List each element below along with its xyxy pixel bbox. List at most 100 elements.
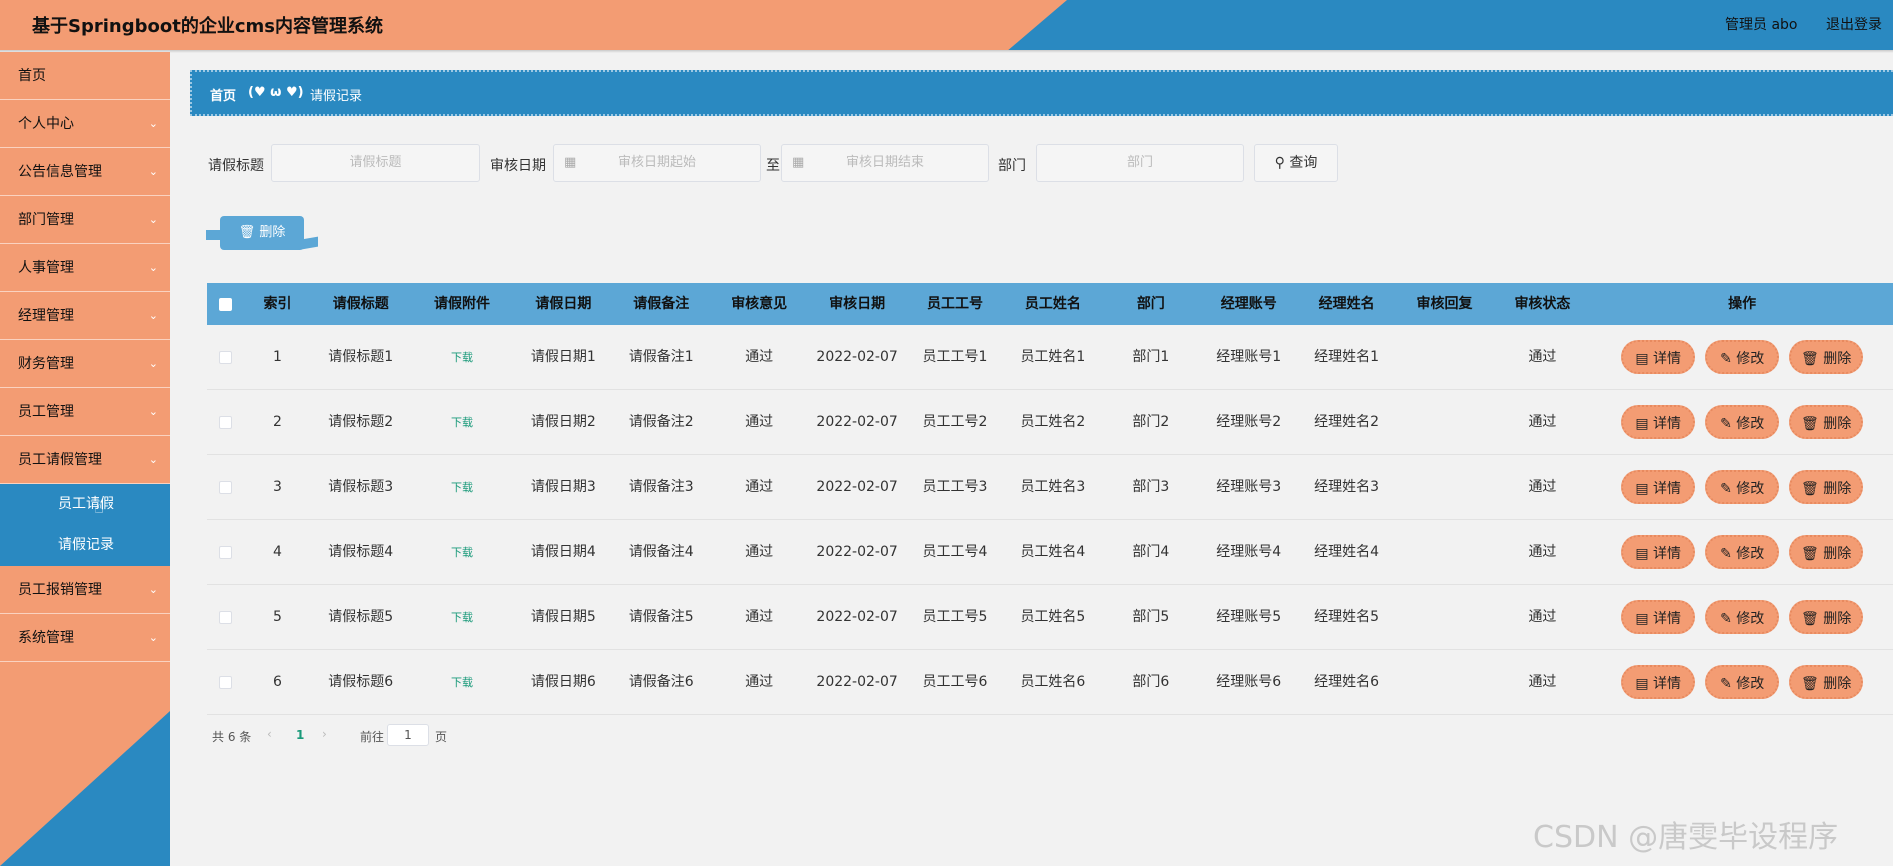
table-cell: 经理姓名6 <box>1314 674 1380 690</box>
batch-delete-label: 删除 <box>259 225 286 240</box>
edit-button[interactable]: ✎ 修改 <box>1705 600 1780 634</box>
page-number-current[interactable]: 1 <box>296 728 304 742</box>
sidebar-item[interactable]: 系统管理 ⌄ <box>0 614 170 662</box>
actions-cell: ▤ 详情 ✎ 修改 🗑 删除 <box>1591 390 1893 454</box>
trash-icon: 🗑 <box>238 225 256 240</box>
table-cell: 3 <box>273 479 282 495</box>
delete-button[interactable]: 🗑 删除 <box>1789 405 1864 439</box>
row-checkbox[interactable] <box>218 545 232 559</box>
sidebar-item[interactable]: 个人中心 ⌄ <box>0 100 170 148</box>
download-link[interactable]: 下载 <box>410 390 515 454</box>
edit-button[interactable]: ✎ 修改 <box>1705 535 1780 569</box>
select-all-checkbox[interactable] <box>218 297 232 311</box>
edit-button[interactable]: ✎ 修改 <box>1705 665 1780 699</box>
table-row: 1 请假标题1 下载 请假日期1 请假备注1 通过 2022-02-07 员工工号1 员工姓名1… <box>207 325 1893 390</box>
delete-button[interactable]: 🗑 删除 <box>1789 600 1864 634</box>
edit-button[interactable]: ✎ 修改 <box>1705 470 1780 504</box>
edit-icon: ✎ <box>1720 416 1737 432</box>
action-label: 详情 <box>1653 416 1682 432</box>
detail-button[interactable]: ▤ 详情 <box>1621 470 1696 504</box>
table-cell: 经理姓名2 <box>1314 414 1380 430</box>
sidebar-item[interactable]: 部门管理 ⌄ <box>0 196 170 244</box>
download-link[interactable]: 下载 <box>410 455 515 519</box>
table-cell: 部门2 <box>1132 414 1170 430</box>
actions-cell: ▤ 详情 ✎ 修改 🗑 删除 <box>1591 325 1893 389</box>
delete-button[interactable]: 🗑 删除 <box>1789 535 1864 569</box>
table-cell <box>1396 325 1494 389</box>
download-link[interactable]: 下载 <box>410 650 515 714</box>
delete-button[interactable]: 🗑 删除 <box>1789 470 1864 504</box>
download-link[interactable]: 下载 <box>410 585 515 649</box>
row-select-cell <box>207 520 243 584</box>
sidebar-item[interactable]: 员工请假管理 ⌄ <box>0 436 170 484</box>
edit-button[interactable]: ✎ 修改 <box>1705 405 1780 439</box>
table-cell: 通过 <box>1528 414 1557 430</box>
admin-user-label[interactable]: 管理员 abo <box>1725 14 1797 34</box>
detail-button[interactable]: ▤ 详情 <box>1621 665 1696 699</box>
actions-cell: ▤ 详情 ✎ 修改 🗑 删除 <box>1591 520 1893 584</box>
next-page-icon[interactable]: › <box>322 727 327 741</box>
column-header: 审核状态 <box>1514 296 1571 312</box>
query-button[interactable]: ⚲ 查询 <box>1254 144 1338 182</box>
row-checkbox[interactable] <box>218 415 232 429</box>
sidebar-item[interactable]: 员工管理 ⌄ <box>0 388 170 436</box>
table-cell: 请假备注2 <box>628 414 694 430</box>
trash-icon: 🗑 <box>1801 481 1824 497</box>
column-header: 操作 <box>1728 296 1757 312</box>
download-link[interactable]: 下载 <box>410 520 515 584</box>
table-cell: 5 <box>273 609 282 625</box>
table-cell: 2022-02-07 <box>816 544 898 560</box>
prev-page-icon[interactable]: ‹ <box>267 727 272 741</box>
date-start-input[interactable]: ▦ 审核日期起始 <box>553 144 761 182</box>
row-checkbox[interactable] <box>218 675 232 689</box>
sidebar-item[interactable]: 首页 <box>0 52 170 100</box>
edit-icon: ✎ <box>1720 676 1737 692</box>
table-cell: 1 <box>273 349 282 365</box>
table-cell: 经理账号1 <box>1216 349 1282 365</box>
row-checkbox[interactable] <box>218 350 232 364</box>
download-link[interactable]: 下载 <box>410 325 515 389</box>
column-header: 员工工号 <box>927 296 983 312</box>
goto-page-input[interactable]: 1 <box>387 724 429 746</box>
edit-button[interactable]: ✎ 修改 <box>1705 340 1780 374</box>
sidebar-item[interactable]: 公告信息管理 ⌄ <box>0 148 170 196</box>
trash-icon: 🗑 <box>1801 676 1824 692</box>
row-checkbox[interactable] <box>218 610 232 624</box>
search-title-input[interactable]: 请假标题 <box>271 144 480 182</box>
delete-button[interactable]: 🗑 删除 <box>1789 665 1864 699</box>
sidebar-item-label: 员工报销管理 <box>18 582 102 598</box>
search-dept-input[interactable]: 部门 <box>1036 144 1244 182</box>
sidebar: 首页 个人中心 ⌄ 公告信息管理 ⌄ 部门管理 ⌄ 人事管理 ⌄ 经理管理 ⌄ 财务管理 ⌄ 员工管理 ⌄ 员… <box>0 52 170 866</box>
batch-delete-button[interactable]: 🗑 删除 <box>206 216 304 250</box>
column-header: 经理账号 <box>1220 296 1277 312</box>
sidebar-subitem[interactable]: 员工请假 <box>0 484 170 525</box>
breadcrumb-home[interactable]: 首页 <box>210 85 236 104</box>
table-cell <box>1396 455 1494 519</box>
detail-button[interactable]: ▤ 详情 <box>1621 405 1696 439</box>
sidebar-item[interactable]: 人事管理 ⌄ <box>0 244 170 292</box>
detail-button[interactable]: ▤ 详情 <box>1621 535 1696 569</box>
date-start-placeholder: 审核日期起始 <box>617 155 696 170</box>
action-label: 删除 <box>1823 416 1852 432</box>
table-cell: 通过 <box>745 349 774 365</box>
sidebar-subitem[interactable]: 请假记录 <box>0 525 170 566</box>
sidebar-item[interactable]: 财务管理 ⌄ <box>0 340 170 388</box>
action-label: 删除 <box>1823 546 1852 562</box>
table-cell: 员工姓名5 <box>1020 609 1086 625</box>
date-end-input[interactable]: ▦ 审核日期结束 <box>781 144 989 182</box>
table-cell: 员工姓名1 <box>1020 349 1086 365</box>
table-cell: 经理账号5 <box>1216 609 1282 625</box>
row-select-cell <box>207 650 243 714</box>
sidebar-item[interactable]: 经理管理 ⌄ <box>0 292 170 340</box>
table-cell: 请假标题4 <box>328 544 394 560</box>
search-icon: ⚲ <box>1274 155 1285 171</box>
sidebar-item-label: 员工管理 <box>18 404 74 420</box>
sidebar-item[interactable]: 员工报销管理 ⌄ <box>0 566 170 614</box>
detail-button[interactable]: ▤ 详情 <box>1621 600 1696 634</box>
delete-button[interactable]: 🗑 删除 <box>1789 340 1864 374</box>
logout-link[interactable]: 退出登录 <box>1826 14 1882 34</box>
action-label: 修改 <box>1736 611 1765 627</box>
table-cell <box>1396 520 1494 584</box>
detail-button[interactable]: ▤ 详情 <box>1621 340 1696 374</box>
row-checkbox[interactable] <box>218 480 232 494</box>
